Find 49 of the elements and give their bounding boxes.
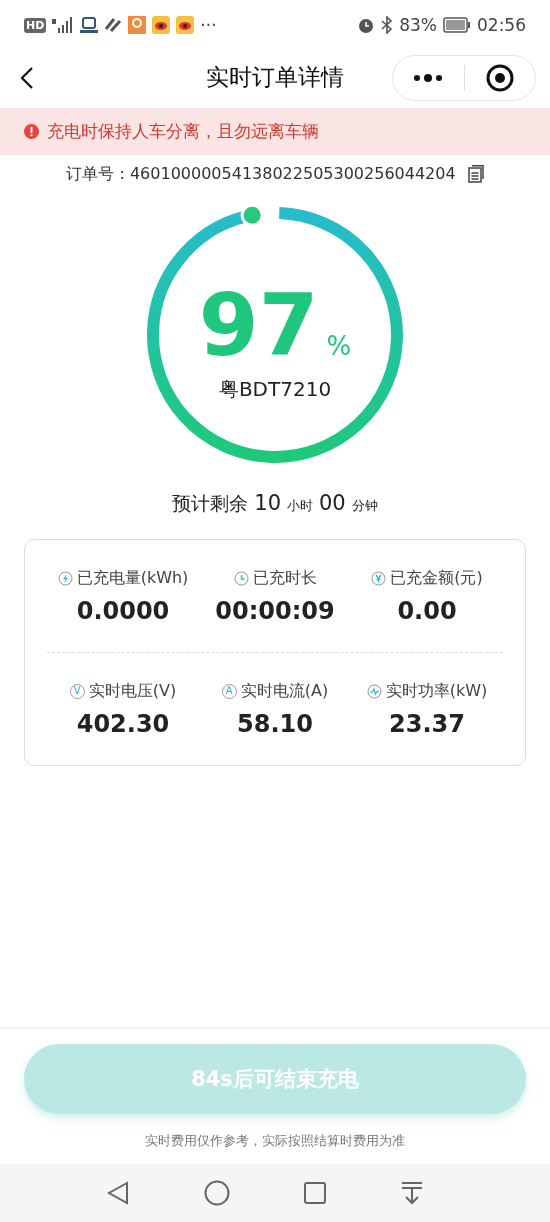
bluetooth-icon <box>381 16 394 34</box>
order-number: 订单号 : 46010000054138022505300256044204 <box>66 163 456 185</box>
stat-label: 已充时长 <box>252 567 317 589</box>
more-notifications: ··· <box>200 15 217 35</box>
remaining-hours: 10 <box>254 491 281 515</box>
stat-label: 实时电压(V) <box>88 680 177 702</box>
license-plate: 粤BDT7210 <box>218 375 332 403</box>
charge-percent: 97 <box>198 281 319 368</box>
stat-label: 实时电流(A) <box>240 680 329 702</box>
stat-value: 23.37 <box>389 709 465 738</box>
stat-label: 已充电量(kWh) <box>76 567 189 589</box>
clock-icon <box>233 570 249 586</box>
battery-percent: 83% <box>399 15 437 35</box>
home-icon[interactable] <box>203 1180 230 1206</box>
remaining-label: 预计剩余 <box>172 491 249 516</box>
target-icon <box>485 63 514 92</box>
stat-value: 402.30 <box>76 709 170 738</box>
stat-label: 已充金额(元) <box>390 567 483 589</box>
stat-value: 0.00 <box>397 596 457 625</box>
signal-icon <box>52 17 75 33</box>
recents-icon[interactable] <box>304 1182 327 1204</box>
alarm-icon <box>357 16 376 34</box>
lightning-icon <box>57 570 73 586</box>
copy-icon[interactable] <box>467 165 484 183</box>
stat-value: 58.10 <box>237 709 313 738</box>
pulse-icon <box>366 683 382 699</box>
app-icon <box>80 17 99 33</box>
hd-badge: HD <box>24 17 47 33</box>
app-icon <box>152 16 171 34</box>
percent-unit: % <box>326 330 352 361</box>
clock-time: 02:56 <box>477 15 526 35</box>
battery-icon <box>443 17 471 33</box>
app-icon <box>128 16 147 34</box>
more-icon <box>413 73 444 82</box>
app-icon <box>176 16 195 34</box>
back-icon[interactable] <box>20 65 34 90</box>
yen-icon <box>371 570 387 586</box>
stat-value: 00:00:09 <box>215 596 335 625</box>
remaining-minutes: 00 <box>319 491 346 515</box>
warning-text: 充电时保持人车分离，且勿远离车辆 <box>47 120 319 143</box>
stat-value: 0.0000 <box>76 596 170 625</box>
fee-note: 实时费用仅作参考，实际按照结算时费用为准 <box>145 1132 405 1150</box>
app-icon <box>104 17 123 33</box>
hours-unit: 小时 <box>287 497 313 515</box>
warning-icon <box>24 124 39 139</box>
minutes-unit: 分钟 <box>351 497 378 515</box>
download-icon[interactable] <box>400 1181 423 1205</box>
stat-label: 实时功率(kW) <box>385 680 488 702</box>
page-title: 实时订单详情 <box>206 63 344 92</box>
